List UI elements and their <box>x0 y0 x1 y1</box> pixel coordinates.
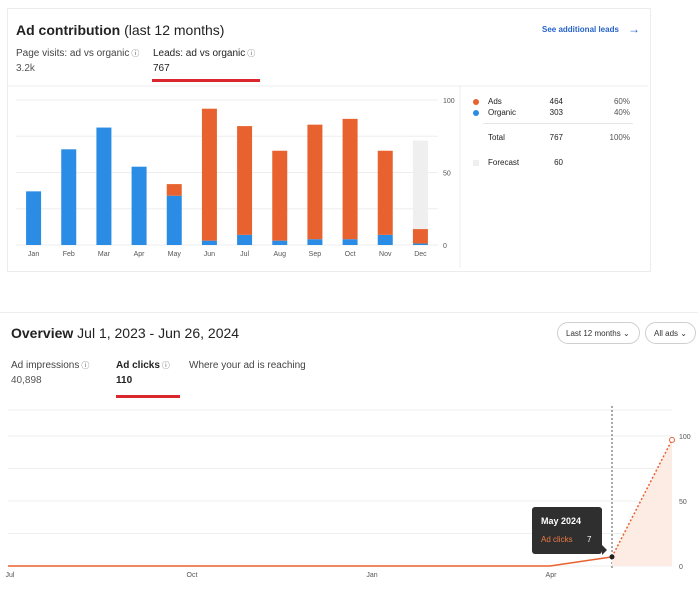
forecast-area <box>612 439 672 566</box>
y-tick-label: 0 <box>679 564 683 571</box>
ad-clicks-line <box>8 556 613 567</box>
chart-tooltip: May 2024 Ad clicks 7 <box>532 507 607 555</box>
highlight-point[interactable] <box>609 554 615 560</box>
y-tick-label: 100 <box>679 434 691 441</box>
ad-clicks-line-chart: Jul Oct Jan Apr 0 50 100 <box>6 406 691 579</box>
x-tick-label: Oct <box>187 572 198 579</box>
x-tick-label: Jul <box>6 572 15 579</box>
x-tick-label: Apr <box>546 572 558 579</box>
forecast-end-point[interactable] <box>669 436 675 443</box>
x-tick-label: Jan <box>366 572 377 579</box>
y-tick-label: 50 <box>679 499 687 506</box>
tooltip-pointer <box>602 545 607 555</box>
